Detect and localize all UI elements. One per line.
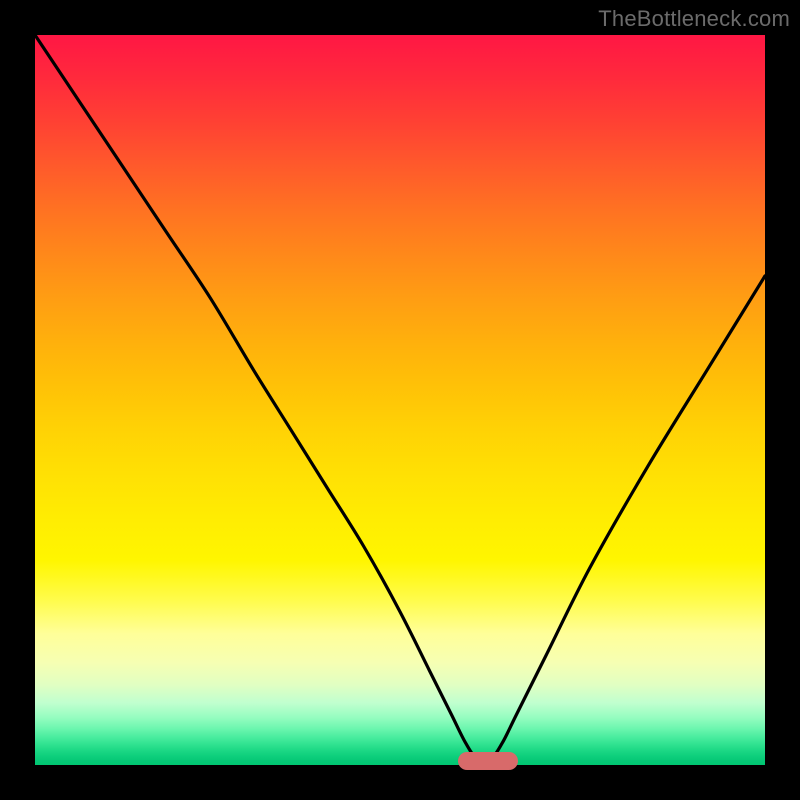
watermark-text: TheBottleneck.com — [598, 6, 790, 32]
chart-frame: TheBottleneck.com — [0, 0, 800, 800]
bottleneck-curve — [35, 35, 765, 765]
plot-area — [35, 35, 765, 765]
optimal-marker — [458, 752, 518, 770]
